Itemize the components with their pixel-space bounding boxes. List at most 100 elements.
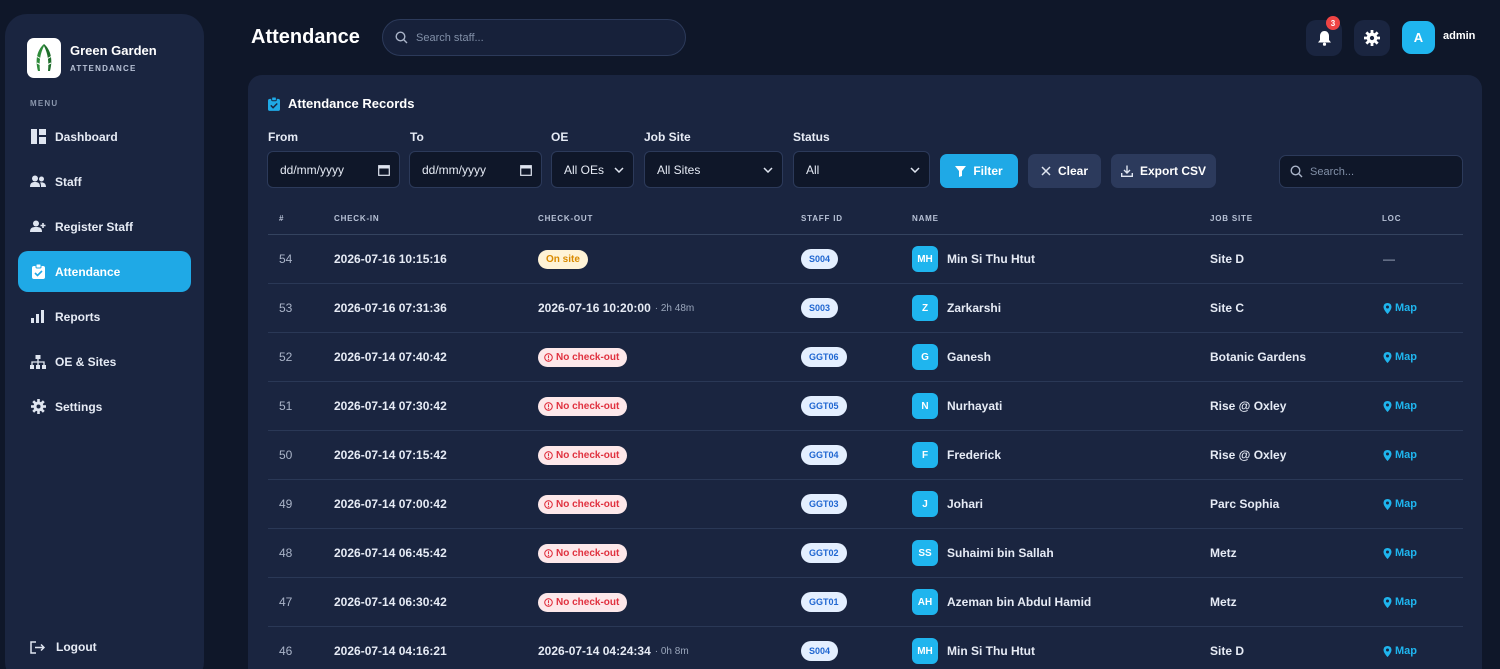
chevron-down-icon [614,166,624,173]
oe-select[interactable]: All OEs [551,151,634,188]
sidebar-item-label: Dashboard [55,129,118,144]
table-search[interactable] [1279,155,1463,188]
staff-name: Frederick [947,448,1002,462]
table-row[interactable]: 46 2026-07-14 04:16:21 2026-07-14 04:24:34… [268,627,1463,669]
job-site-select[interactable]: All Sites [644,151,783,188]
name-cell: AH Azeman bin Abdul Hamid [912,578,1091,626]
to-date-input[interactable]: dd/mm/yyyy [409,151,542,188]
staff-name: Azeman bin Abdul Hamid [947,595,1092,609]
table-row[interactable]: 49 2026-07-14 07:00:42 No check-out GGT03 J J… [268,480,1463,529]
job-site-label: Job Site [644,130,691,144]
oe-label: OE [551,130,569,144]
map-link[interactable]: Map [1383,498,1417,510]
location-cell: Map [1383,382,1417,430]
no-check-out-label: No check-out [556,351,620,363]
menu-label: MENU [30,99,59,108]
notifications-button[interactable]: 3 [1306,16,1342,56]
name-cell: MH Min Si Thu Htut [912,235,1035,283]
to-label: To [410,130,424,144]
staff-id-badge: GGT06 [801,347,847,367]
staff-id-badge: GGT05 [801,396,847,416]
column-header-check-out[interactable]: CHECK-OUT [538,214,593,223]
gear-icon [30,399,46,415]
table-row[interactable]: 47 2026-07-14 06:30:42 No check-out GGT01 AH… [268,578,1463,627]
map-link[interactable]: Map [1383,645,1417,657]
sidebar-item-oe-sites[interactable]: OE & Sites [18,341,191,382]
sidebar-item-reports[interactable]: Reports [18,296,191,337]
sidebar-item-attendance[interactable]: Attendance [18,251,191,292]
sidebar-nav: Dashboard Staff Register Staff Attendanc… [18,116,191,431]
column-header-staff-id[interactable]: STAFF ID [801,214,843,223]
column-header-number[interactable]: # [279,214,284,223]
alert-circle-icon [544,499,553,509]
settings-button[interactable] [1354,20,1390,56]
check-in-time: 2026-07-14 07:40:42 [334,350,447,364]
sidebar-item-settings[interactable]: Settings [18,386,191,427]
table-row[interactable]: 52 2026-07-14 07:40:42 No check-out GGT06 G G… [268,333,1463,382]
map-pin-icon [1383,547,1392,559]
map-link[interactable]: Map [1383,449,1417,461]
table-row[interactable]: 54 2026-07-16 10:15:16 On site S004 MH Min Si… [268,235,1463,284]
map-link[interactable]: Map [1383,400,1417,412]
staff-search-input[interactable] [416,31,656,44]
calendar-icon[interactable] [520,164,532,176]
job-site: Site C [1210,301,1245,315]
name-cell: F Frederick [912,431,1001,479]
check-in-time: 2026-07-16 10:15:16 [334,252,447,266]
brand-name: Green Garden [70,43,157,58]
column-header-name[interactable]: NAME [912,214,939,223]
map-link[interactable]: Map [1383,302,1417,314]
map-link[interactable]: Map [1383,547,1417,559]
staff-id-badge: GGT04 [801,445,847,465]
alert-circle-icon [544,597,553,607]
dashboard-icon [30,129,46,145]
name-cell: G Ganesh [912,333,991,381]
calendar-icon[interactable] [378,164,390,176]
table-row[interactable]: 53 2026-07-16 07:31:36 2026-07-16 10:20:00… [268,284,1463,333]
sidebar-item-staff[interactable]: Staff [18,161,191,202]
logout-button[interactable]: Logout [30,640,97,654]
staff-name: Suhaimi bin Sallah [947,546,1054,560]
sidebar-item-register-staff[interactable]: Register Staff [18,206,191,247]
user-avatar[interactable]: A [1402,21,1435,54]
sidebar-item-dashboard[interactable]: Dashboard [18,116,191,157]
staff-id-cell: GGT04 [801,431,847,479]
column-header-check-in[interactable]: CHECK-IN [334,214,380,223]
filter-button[interactable]: Filter [940,154,1018,188]
job-site: Parc Sophia [1210,497,1280,511]
table-search-input[interactable] [1310,165,1450,178]
row-number: 51 [279,399,293,413]
staff-search[interactable] [382,19,686,56]
brand-logo-icon [27,38,61,78]
user-name[interactable]: admin [1443,30,1475,42]
check-out-cell: No check-out [538,431,628,479]
sidebar: Green Garden ATTENDANCE MENU Dashboard S… [5,14,204,669]
avatar: F [912,442,938,468]
table-row[interactable]: 50 2026-07-14 07:15:42 No check-out GGT04 F F… [268,431,1463,480]
search-icon [1290,165,1303,178]
staff-id-badge: GGT02 [801,543,847,563]
no-check-out-badge: No check-out [538,592,628,612]
table-row[interactable]: 48 2026-07-14 06:45:42 No check-out GGT02 SS… [268,529,1463,578]
from-date-input[interactable]: dd/mm/yyyy [267,151,400,188]
gear-icon [1364,30,1380,46]
column-header-location[interactable]: LOC [1382,214,1401,223]
map-link[interactable]: Map [1383,351,1417,363]
avatar: AH [912,589,938,615]
map-link-label: Map [1395,498,1417,510]
logout-label: Logout [56,640,97,654]
logout-icon [30,640,45,654]
clear-button[interactable]: Clear [1028,154,1101,188]
user-plus-icon [30,219,46,235]
table-row[interactable]: 51 2026-07-14 07:30:42 No check-out GGT05 N N… [268,382,1463,431]
export-csv-button[interactable]: Export CSV [1111,154,1216,188]
no-check-out-label: No check-out [556,449,620,461]
location-cell: Map [1383,431,1417,479]
location-cell: Map [1383,284,1417,332]
column-header-job-site[interactable]: JOB SITE [1210,214,1253,223]
map-link[interactable]: Map [1383,596,1417,608]
status-select[interactable]: All [793,151,930,188]
check-out-cell: No check-out [538,382,628,430]
job-site-select-value: All Sites [657,162,701,177]
staff-id-cell: GGT05 [801,382,847,430]
